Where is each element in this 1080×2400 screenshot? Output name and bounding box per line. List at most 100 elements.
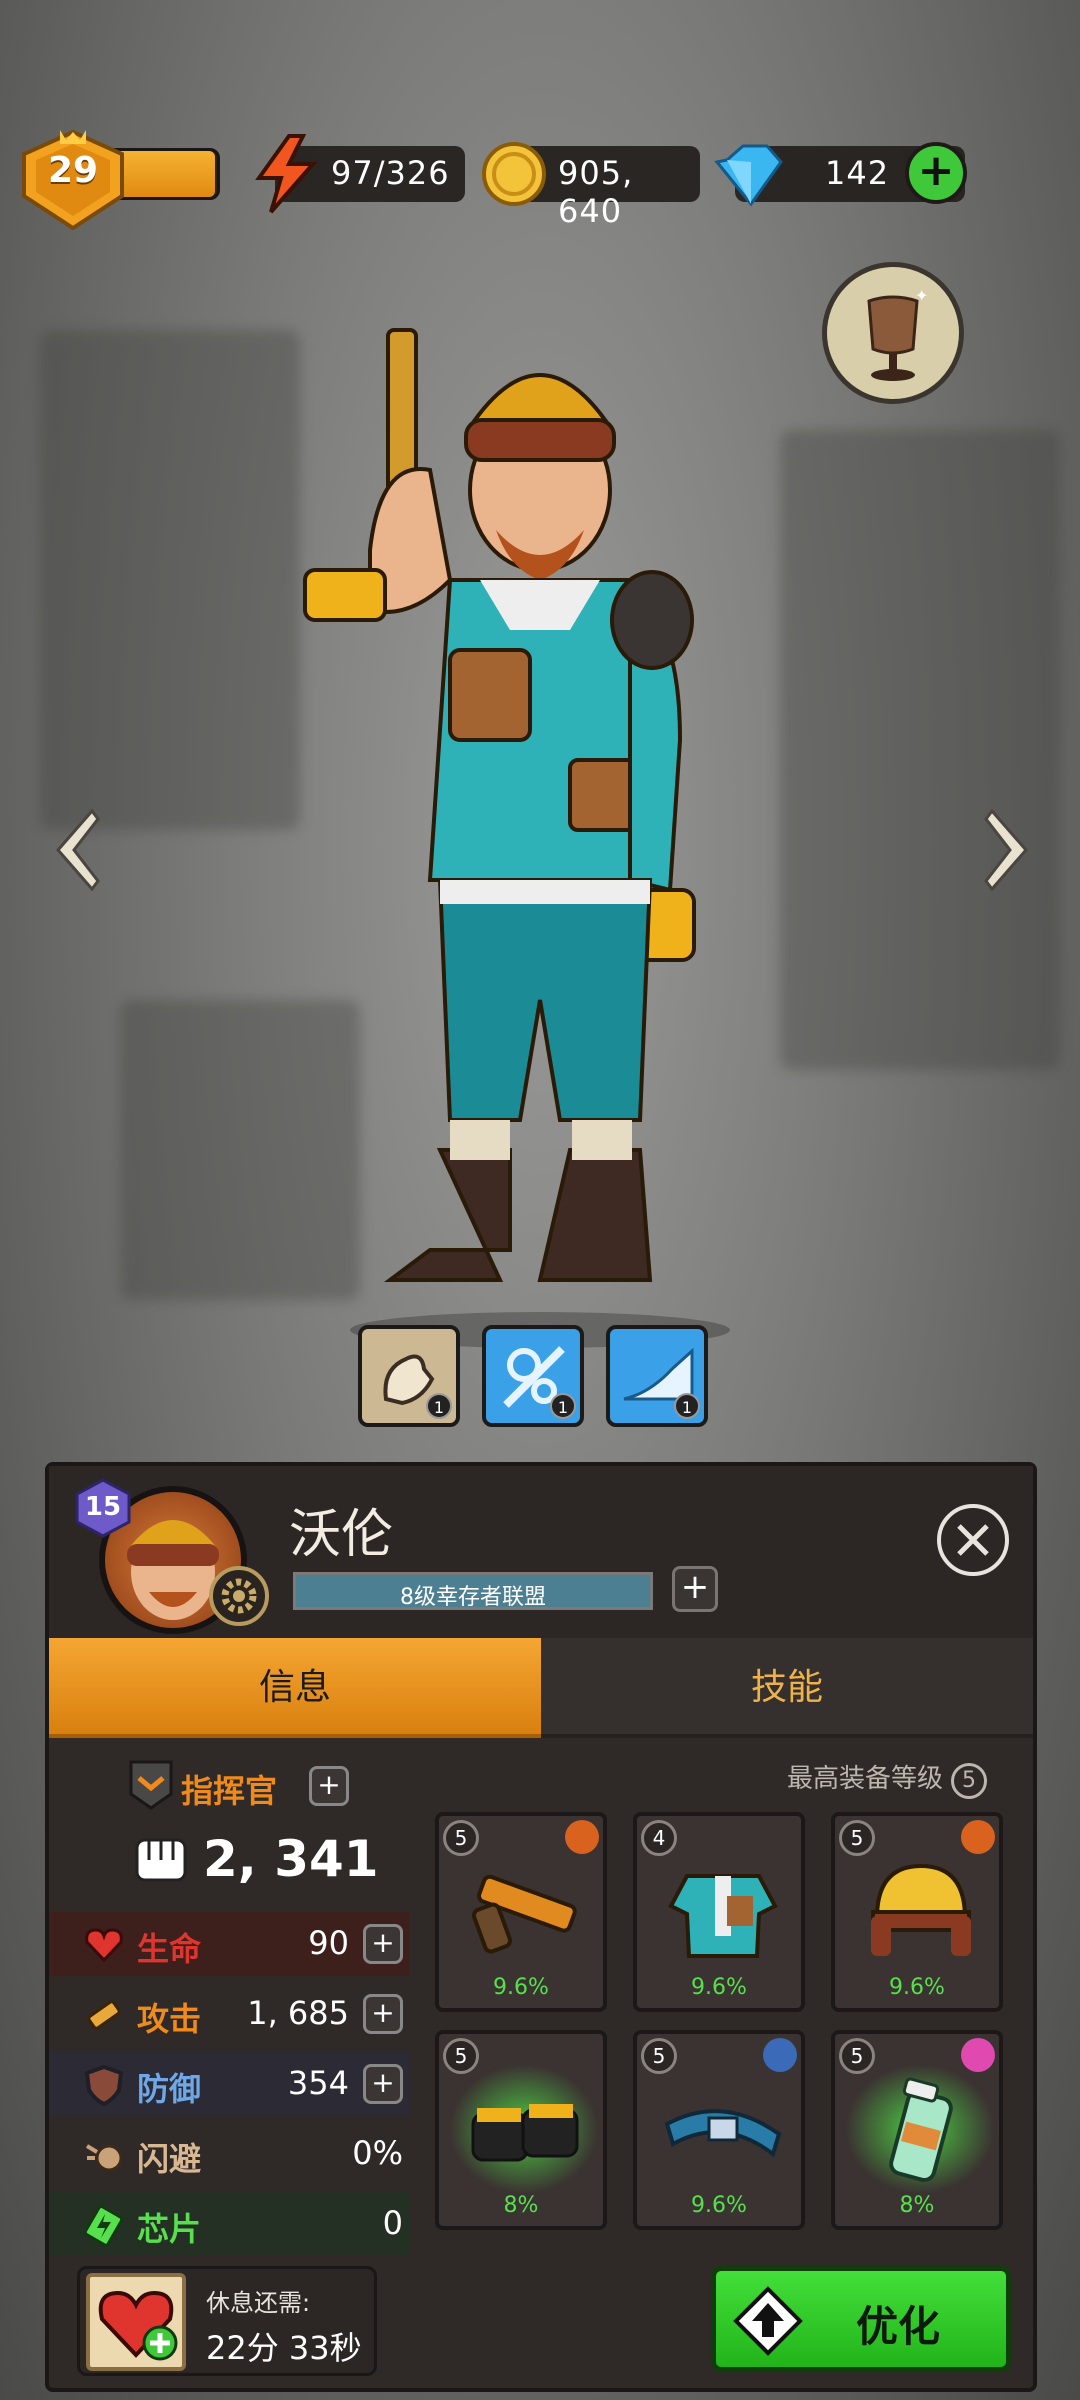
hero-settings-button[interactable]	[209, 1566, 269, 1626]
plus-icon: +	[371, 2066, 395, 2099]
rest-time: 22分 33秒	[206, 2329, 362, 2367]
player-level: 29	[47, 150, 99, 191]
close-button[interactable]	[937, 1504, 1009, 1576]
gloves-icon	[471, 2104, 579, 2162]
commander-add-button[interactable]: +	[309, 1766, 349, 1806]
gold-value: 905, 640	[558, 154, 634, 230]
optimize-label: 优化	[856, 2302, 941, 2351]
armor-set-icon	[961, 1820, 995, 1854]
close-icon	[957, 1524, 989, 1556]
dodge-label: 闪避	[137, 2140, 202, 2178]
resource-bar: 29 97/326 905, 640 142 +	[0, 129, 1080, 231]
add-gems-button[interactable]: +	[905, 142, 967, 204]
energy-counter[interactable]: 97/326	[255, 134, 465, 214]
dodge-value: 0%	[352, 2134, 403, 2172]
chip-label: 芯片	[137, 2210, 202, 2248]
heart-plus-icon	[98, 2290, 178, 2361]
equipment-slot-weapon[interactable]: 5 9.6%	[435, 1812, 607, 2012]
next-hero-arrow-icon[interactable]	[976, 805, 1036, 895]
rest-label: 休息还需:	[206, 2289, 311, 2317]
wardrobe-button[interactable]: ✦	[822, 262, 964, 404]
dodge-icon	[85, 2144, 123, 2172]
gear-icon	[221, 1578, 257, 1614]
plus-icon: +	[371, 1996, 395, 2029]
plus-icon: +	[917, 145, 955, 196]
rest-timer: 休息还需: 22分 33秒	[77, 2266, 377, 2376]
hero-info-panel: 15 沃伦 8级幸存者联盟 + 信息 技能 指挥官 + 2, 341 生命 90…	[45, 1462, 1037, 2392]
heart-icon	[85, 1928, 123, 1963]
equipment-slot-belt[interactable]: 5 9.6%	[633, 2030, 805, 2230]
battery-chip-icon	[83, 2205, 124, 2246]
commander-rank-icon	[129, 1760, 173, 1810]
hero-skill-icons: 1 1 1	[358, 1325, 708, 1427]
svg-text:✦: ✦	[915, 286, 928, 305]
stat-hp-row: 生命 90 +	[49, 1912, 409, 1976]
tab-info[interactable]: 信息	[49, 1638, 541, 1738]
alliance-bar[interactable]: 8级幸存者联盟	[293, 1572, 653, 1610]
gold-coin-icon	[482, 142, 546, 206]
commander-label: 指挥官	[181, 1772, 278, 1810]
heart-badge-icon	[961, 2038, 995, 2072]
panel-tabs: 信息 技能	[49, 1638, 1033, 1740]
plus-icon: +	[371, 1926, 395, 1959]
attack-add-button[interactable]: +	[363, 1994, 403, 2034]
hero-level-badge: 15	[73, 1478, 133, 1538]
optimize-button[interactable]: 优化	[711, 2266, 1011, 2372]
stat-attack-row: 攻击 1, 685 +	[49, 1982, 409, 2046]
jacket-icon	[668, 1874, 778, 1958]
shield-icon	[84, 2064, 124, 2106]
stat-dodge-row: 闪避 0%	[49, 2122, 409, 2186]
skull-badge-icon	[763, 2038, 797, 2072]
hero-header: 15 沃伦 8级幸存者联盟 +	[49, 1466, 1033, 1638]
fist-icon	[135, 1838, 187, 1882]
skill-slot[interactable]: 1	[482, 1325, 584, 1427]
plus-icon: +	[317, 1768, 341, 1801]
belt-icon	[664, 2109, 782, 2158]
energy-value: 97/326	[331, 154, 450, 192]
chip-value: 0	[382, 2204, 403, 2242]
hero-name: 沃伦	[289, 1505, 394, 1565]
hp-value: 90	[308, 1924, 349, 1962]
hp-add-button[interactable]: +	[363, 1924, 403, 1964]
hp-label: 生命	[137, 1930, 202, 1968]
heal-button[interactable]	[86, 2273, 186, 2371]
lightning-icon	[255, 134, 318, 214]
background-building	[780, 430, 1060, 1070]
commander-row: 指挥官 +	[119, 1758, 419, 1818]
skill-slot[interactable]: 1	[358, 1325, 460, 1427]
equipment-slot-helmet[interactable]: 5 9.6%	[831, 1812, 1003, 2012]
equipment-slot-gloves[interactable]: 5 8%	[435, 2030, 607, 2230]
alliance-name: 8级幸存者联盟	[400, 1585, 546, 1610]
power-value: 2, 341	[203, 1830, 379, 1888]
potion-bottle-icon	[889, 2077, 953, 2183]
skill-slot[interactable]: 1	[606, 1325, 708, 1427]
attack-value: 1, 685	[247, 1994, 349, 2032]
crosshair-icon	[565, 1820, 599, 1854]
attack-label: 攻击	[137, 2000, 202, 2038]
previous-hero-arrow-icon[interactable]	[48, 805, 108, 895]
attack-icon	[87, 2000, 121, 2030]
hero-character-model[interactable]	[300, 320, 780, 1370]
diamond-icon	[714, 144, 783, 207]
power-row: 2, 341	[129, 1826, 429, 1896]
pistol-icon	[471, 1874, 577, 1954]
alliance-add-button[interactable]: +	[672, 1566, 718, 1612]
stat-defense-row: 防御 354 +	[49, 2052, 409, 2116]
defense-label: 防御	[137, 2070, 202, 2108]
defense-add-button[interactable]: +	[363, 2064, 403, 2104]
upgrade-arrow-icon	[733, 2286, 803, 2356]
gem-value: 142	[825, 154, 890, 192]
defense-value: 354	[287, 2064, 349, 2102]
background-building	[40, 330, 300, 830]
max-equip-level: 最高装备等级 5	[787, 1758, 988, 1799]
plus-icon: +	[680, 1567, 710, 1607]
mannequin-icon: ✦	[867, 286, 928, 381]
player-level-badge[interactable]: 29	[14, 129, 132, 231]
equipment-slot-armor[interactable]: 4 9.6%	[633, 1812, 805, 2012]
max-equip-value: 5	[951, 1763, 988, 1799]
helmet-icon	[871, 1863, 971, 1956]
equipment-slot-potion[interactable]: 5 8%	[831, 2030, 1003, 2230]
gold-counter[interactable]: 905, 640	[482, 142, 700, 230]
tab-skills[interactable]: 技能	[541, 1638, 1033, 1738]
stat-chip-row: 芯片 0	[49, 2192, 409, 2256]
